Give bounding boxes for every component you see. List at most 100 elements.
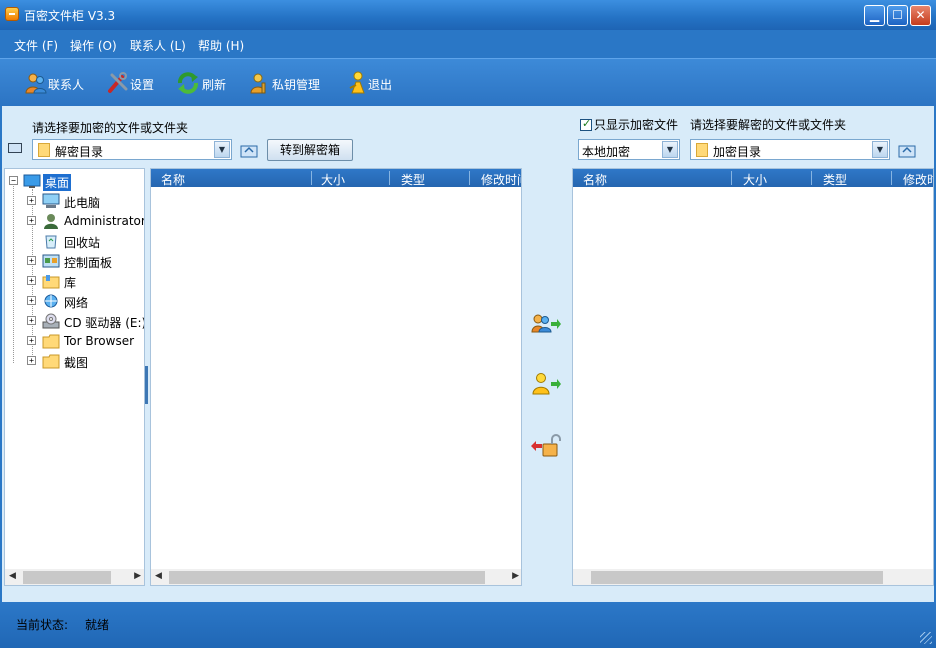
- expand-icon[interactable]: +: [27, 356, 36, 365]
- tree-item-network[interactable]: + 网络: [5, 291, 144, 311]
- expand-icon[interactable]: +: [27, 256, 36, 265]
- contacts-icon: [25, 73, 47, 94]
- library-icon: [42, 275, 60, 289]
- toolbar-contacts-button[interactable]: 联系人: [24, 69, 94, 97]
- dropdown-arrow-icon[interactable]: ▼: [662, 141, 678, 158]
- dropdown-arrow-icon[interactable]: ▼: [872, 141, 888, 158]
- column-type[interactable]: 类型: [823, 171, 847, 188]
- tree-item-label: 截图: [64, 356, 89, 370]
- tree-item-label: 回收站: [64, 236, 101, 250]
- menu-help[interactable]: 帮助 (H): [198, 37, 244, 54]
- tree-item-label: 桌面: [43, 174, 72, 191]
- folder-tree[interactable]: − 桌面 + 此电脑 + Administrator 回收站 + 控制面板 + …: [4, 168, 145, 586]
- collapse-icon[interactable]: −: [9, 176, 18, 185]
- menu-operation[interactable]: 操作 (O): [70, 37, 117, 54]
- minimize-button[interactable]: ▁: [864, 5, 885, 26]
- tree-item-administrator[interactable]: + Administrator: [5, 211, 144, 231]
- tree-item-control-panel[interactable]: + 控制面板: [5, 251, 144, 271]
- mode-combo[interactable]: 本地加密 ▼: [578, 139, 680, 160]
- column-separator[interactable]: [311, 171, 312, 185]
- tree-item-cd-drive[interactable]: + CD 驱动器 (E:): [5, 311, 144, 331]
- cd-drive-icon: [42, 313, 60, 329]
- column-separator[interactable]: [891, 171, 892, 185]
- tree-item-label: 此电脑: [64, 196, 101, 210]
- menu-bar: 文件 (F) 操作 (O) 联系人 (L) 帮助 (H): [0, 30, 936, 58]
- left-file-list[interactable]: 名称 大小 类型 修改时间 ◀ ▶: [150, 168, 522, 586]
- tree-item-library[interactable]: + 库: [5, 271, 144, 291]
- toolbar-private-key-button[interactable]: 私钥管理: [248, 69, 328, 97]
- scrollbar-thumb[interactable]: [23, 571, 111, 584]
- left-path-combo[interactable]: 解密目录 ▼: [32, 139, 232, 160]
- up-folder-icon[interactable]: [898, 142, 916, 158]
- title-bar: 百密文件柜 V3.3 ▁ ☐ ✕: [0, 0, 936, 30]
- right-list-horizontal-scrollbar[interactable]: [573, 569, 933, 585]
- resize-grip-icon[interactable]: [920, 632, 932, 644]
- column-separator[interactable]: [731, 171, 732, 185]
- column-size[interactable]: 大小: [743, 171, 767, 188]
- toolbar-exit-button[interactable]: 退出: [346, 69, 398, 97]
- maximize-button[interactable]: ☐: [887, 5, 908, 26]
- show-encrypted-only-checkbox[interactable]: 只显示加密文件: [580, 116, 678, 133]
- tree-item-this-pc[interactable]: + 此电脑: [5, 191, 144, 211]
- toolbar-contacts-label: 联系人: [48, 78, 85, 92]
- tree-item-tor-browser[interactable]: + Tor Browser: [5, 331, 144, 351]
- expand-icon[interactable]: +: [27, 316, 36, 325]
- toolbar-exit-label: 退出: [368, 78, 393, 92]
- scrollbar-thumb[interactable]: [591, 571, 883, 584]
- encrypt-for-contacts-icon[interactable]: [530, 310, 562, 338]
- scrollbar-thumb[interactable]: [169, 571, 485, 584]
- status-value: 就绪: [85, 618, 110, 632]
- scroll-left-arrow-icon[interactable]: ◀: [155, 571, 162, 581]
- exit-icon: [349, 71, 365, 94]
- right-path-combo[interactable]: 加密目录 ▼: [690, 139, 890, 160]
- expand-icon[interactable]: +: [27, 196, 36, 205]
- close-button[interactable]: ✕: [910, 5, 931, 26]
- refresh-icon: [178, 72, 198, 94]
- column-size[interactable]: 大小: [321, 171, 345, 188]
- toolbar: 联系人 设置 刷新 私钥管理 退出: [0, 58, 936, 106]
- status-bar: 当前状态: 就绪: [0, 602, 936, 648]
- dropdown-arrow-icon[interactable]: ▼: [214, 141, 230, 158]
- scroll-right-arrow-icon[interactable]: ▶: [512, 571, 519, 581]
- column-modified[interactable]: 修改时间: [481, 171, 521, 188]
- app-logo-icon: [5, 7, 19, 21]
- panel-splitter[interactable]: [145, 366, 148, 404]
- left-path-value: 解密目录: [55, 145, 104, 159]
- right-path-value: 加密目录: [713, 145, 762, 159]
- tree-horizontal-scrollbar[interactable]: ◀ ▶: [5, 569, 144, 585]
- decrypt-icon[interactable]: [530, 432, 562, 460]
- right-column-header: 名称 大小 类型 修改时间: [573, 169, 933, 187]
- column-separator[interactable]: [811, 171, 812, 185]
- tree-item-screenshots[interactable]: + 截图: [5, 351, 144, 371]
- left-list-horizontal-scrollbar[interactable]: ◀ ▶: [151, 569, 521, 585]
- mode-value: 本地加密: [582, 145, 631, 159]
- column-separator[interactable]: [389, 171, 390, 185]
- tree-item-desktop[interactable]: − 桌面: [5, 171, 144, 191]
- scroll-right-arrow-icon[interactable]: ▶: [134, 571, 141, 581]
- expand-icon[interactable]: +: [27, 336, 36, 345]
- toolbar-refresh-button[interactable]: 刷新: [176, 69, 232, 97]
- menu-file[interactable]: 文件 (F): [14, 37, 58, 54]
- column-name[interactable]: 名称: [583, 171, 607, 188]
- right-file-list[interactable]: 名称 大小 类型 修改时间: [572, 168, 934, 586]
- checkbox-check-icon[interactable]: [580, 117, 592, 131]
- up-folder-icon[interactable]: [240, 142, 258, 158]
- column-name[interactable]: 名称: [161, 171, 185, 188]
- action-column: [522, 168, 572, 602]
- tree-item-recycle-bin[interactable]: 回收站: [5, 231, 144, 251]
- scroll-left-arrow-icon[interactable]: ◀: [9, 571, 16, 581]
- expand-icon[interactable]: +: [27, 216, 36, 225]
- toolbar-private-key-label: 私钥管理: [272, 78, 321, 92]
- recycle-bin-icon: [45, 235, 57, 249]
- computer-small-icon: [8, 143, 22, 153]
- private-key-icon: [250, 73, 266, 94]
- menu-contacts[interactable]: 联系人 (L): [130, 37, 186, 54]
- goto-decrypt-box-button[interactable]: 转到解密箱: [267, 139, 353, 161]
- expand-icon[interactable]: +: [27, 296, 36, 305]
- toolbar-settings-button[interactable]: 设置: [106, 69, 162, 97]
- expand-icon[interactable]: +: [27, 276, 36, 285]
- column-separator[interactable]: [469, 171, 470, 185]
- column-modified[interactable]: 修改时间: [903, 171, 933, 188]
- column-type[interactable]: 类型: [401, 171, 425, 188]
- encrypt-for-self-icon[interactable]: [530, 370, 562, 398]
